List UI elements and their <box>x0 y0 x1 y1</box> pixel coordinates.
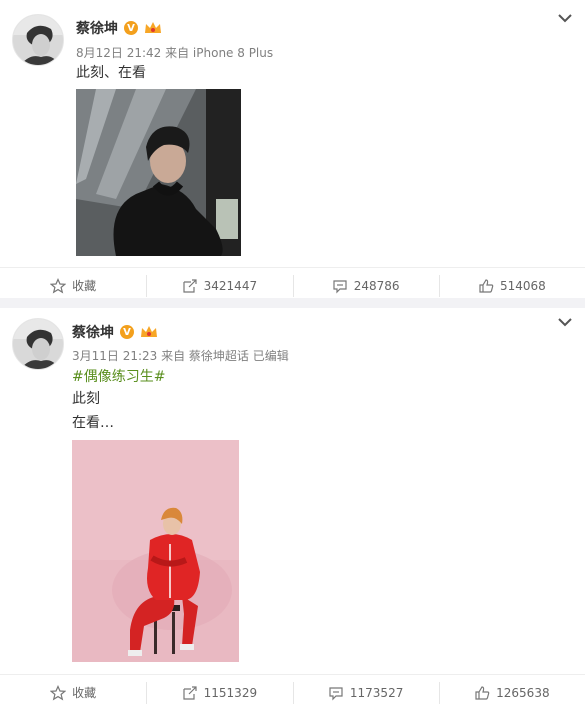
post-meta: 8月12日 21:42 来自 iPhone 8 Plus <box>76 46 274 60</box>
username[interactable]: 蔡徐坤 <box>76 18 118 38</box>
repost-icon <box>183 685 197 700</box>
post-photo[interactable] <box>72 440 239 662</box>
like-count: 514068 <box>499 278 546 293</box>
author-row: 蔡徐坤 V <box>76 18 162 38</box>
repost-icon <box>183 278 197 293</box>
post-photo[interactable] <box>76 89 241 256</box>
photo-image <box>76 89 241 256</box>
thumbs-up-icon <box>475 685 490 700</box>
crown-icon <box>141 326 157 337</box>
repost-count: 3421447 <box>203 278 258 293</box>
favorite-label: 收藏 <box>72 279 97 293</box>
like-button[interactable]: 1265638 <box>438 675 585 709</box>
chevron-down-icon[interactable] <box>557 12 573 24</box>
comment-count: 1173527 <box>349 685 404 700</box>
avatar-image <box>13 319 63 369</box>
star-icon <box>50 684 67 700</box>
repost-button[interactable]: 1151329 <box>146 675 292 709</box>
thumbs-up-icon <box>479 278 494 293</box>
avatar[interactable] <box>12 318 64 370</box>
post-meta: 3月11日 21:23 来自 蔡徐坤超话 已编辑 <box>72 349 289 363</box>
author-row: 蔡徐坤 V <box>72 322 158 342</box>
chevron-down-icon[interactable] <box>557 316 573 328</box>
post-text-line: 此刻 <box>72 391 100 407</box>
hashtag-link[interactable]: #偶像练习生# <box>72 366 165 388</box>
comment-icon <box>329 686 343 700</box>
repost-count: 1151329 <box>203 685 258 700</box>
crown-icon <box>145 22 161 33</box>
verified-badge-icon: V <box>120 325 134 339</box>
avatar-image <box>13 15 63 65</box>
comment-button[interactable]: 1173527 <box>292 675 439 709</box>
favorite-button[interactable]: 收藏 <box>0 675 146 709</box>
comment-icon <box>333 279 347 293</box>
post-text: 此刻、在看 <box>76 65 146 81</box>
like-count: 1265638 <box>496 685 550 700</box>
comment-count: 248786 <box>353 278 400 293</box>
username[interactable]: 蔡徐坤 <box>72 322 114 342</box>
avatar[interactable] <box>12 14 64 66</box>
verified-badge-icon: V <box>124 21 138 35</box>
post-actions: 收藏 1151329 1173527 1265638 <box>0 674 585 709</box>
star-icon <box>50 277 67 293</box>
post-text-line: 在看… <box>72 415 114 431</box>
photo-image <box>72 440 239 662</box>
post-divider <box>0 298 585 308</box>
favorite-label: 收藏 <box>72 686 97 700</box>
